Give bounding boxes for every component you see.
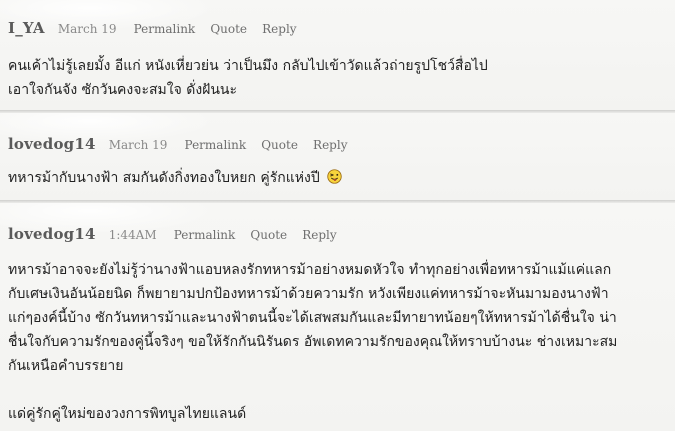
tongue-out-smiley-icon — [327, 169, 342, 184]
comment-text-line: ทหารม้าอาจจะยังไม่รู้ว่านางฟ้าแอบหลงรักท… — [8, 262, 612, 278]
reply-link[interactable]: Reply — [262, 22, 296, 36]
comment-meta-2: lovedog14 March 19 Permalink Quote Reply — [8, 134, 357, 153]
quote-link[interactable]: Quote — [210, 22, 247, 36]
comment-date: March 19 — [57, 22, 117, 36]
permalink-link[interactable]: Permalink — [185, 138, 247, 152]
permalink-link[interactable]: Permalink — [174, 228, 236, 242]
comment-signoff: แด่คู่รักคู่ใหม่ของวงการพิทบูลไทยแลนด์ — [8, 406, 247, 422]
permalink-link[interactable]: Permalink — [134, 22, 196, 36]
quote-link[interactable]: Quote — [261, 138, 298, 152]
comment-text-line: เอาใจกันจัง ซักวันคงจะสมใจ ดั่งฝันนะ — [8, 82, 238, 98]
quote-link[interactable]: Quote — [250, 228, 287, 242]
comment-text-line: กันเหนือคำบรรยาย — [8, 358, 124, 374]
comment-author[interactable]: I_YA — [8, 19, 45, 37]
comment-body-3: ทหารม้าอาจจะยังไม่รู้ว่านางฟ้าแอบหลงรักท… — [8, 258, 663, 426]
comment-meta-3: lovedog14 1:44AM Permalink Quote Reply — [8, 224, 347, 243]
reply-link[interactable]: Reply — [313, 138, 347, 152]
comment-body-2: ทหารม้ากับนางฟ้า สมกันดังกิ่งทองใบหยก คู… — [8, 166, 663, 190]
comment-date: 1:44AM — [108, 228, 157, 242]
comment-text-line: ชื่นใจกับความรักของคู่นี้จริงๆ ขอให้รักก… — [8, 334, 618, 350]
comment-text-line: คนเค้าไม่รู้เลยมั้ง อีแก่ หนังเหี่ยวย่น … — [8, 58, 488, 74]
comment-date: March 19 — [108, 138, 168, 152]
comment-author[interactable]: lovedog14 — [8, 225, 96, 243]
comment-meta-1: I_YA March 19 Permalink Quote Reply — [8, 18, 307, 37]
comment-author[interactable]: lovedog14 — [8, 135, 96, 153]
comment-body-1: คนเค้าไม่รู้เลยมั้ง อีแก่ หนังเหี่ยวย่น … — [8, 54, 663, 102]
comment-text-line: กับเศษเงินอันน้อยนิด ก็พยายามปกป้องทหารม… — [8, 286, 609, 302]
comment-text-line: แก่ๆองค์นี้บ้าง ซักวันทหารม้าและนางฟ้าตน… — [8, 310, 617, 326]
comment-text: ทหารม้ากับนางฟ้า สมกันดังกิ่งทองใบหยก คู… — [8, 170, 320, 186]
reply-link[interactable]: Reply — [302, 228, 336, 242]
